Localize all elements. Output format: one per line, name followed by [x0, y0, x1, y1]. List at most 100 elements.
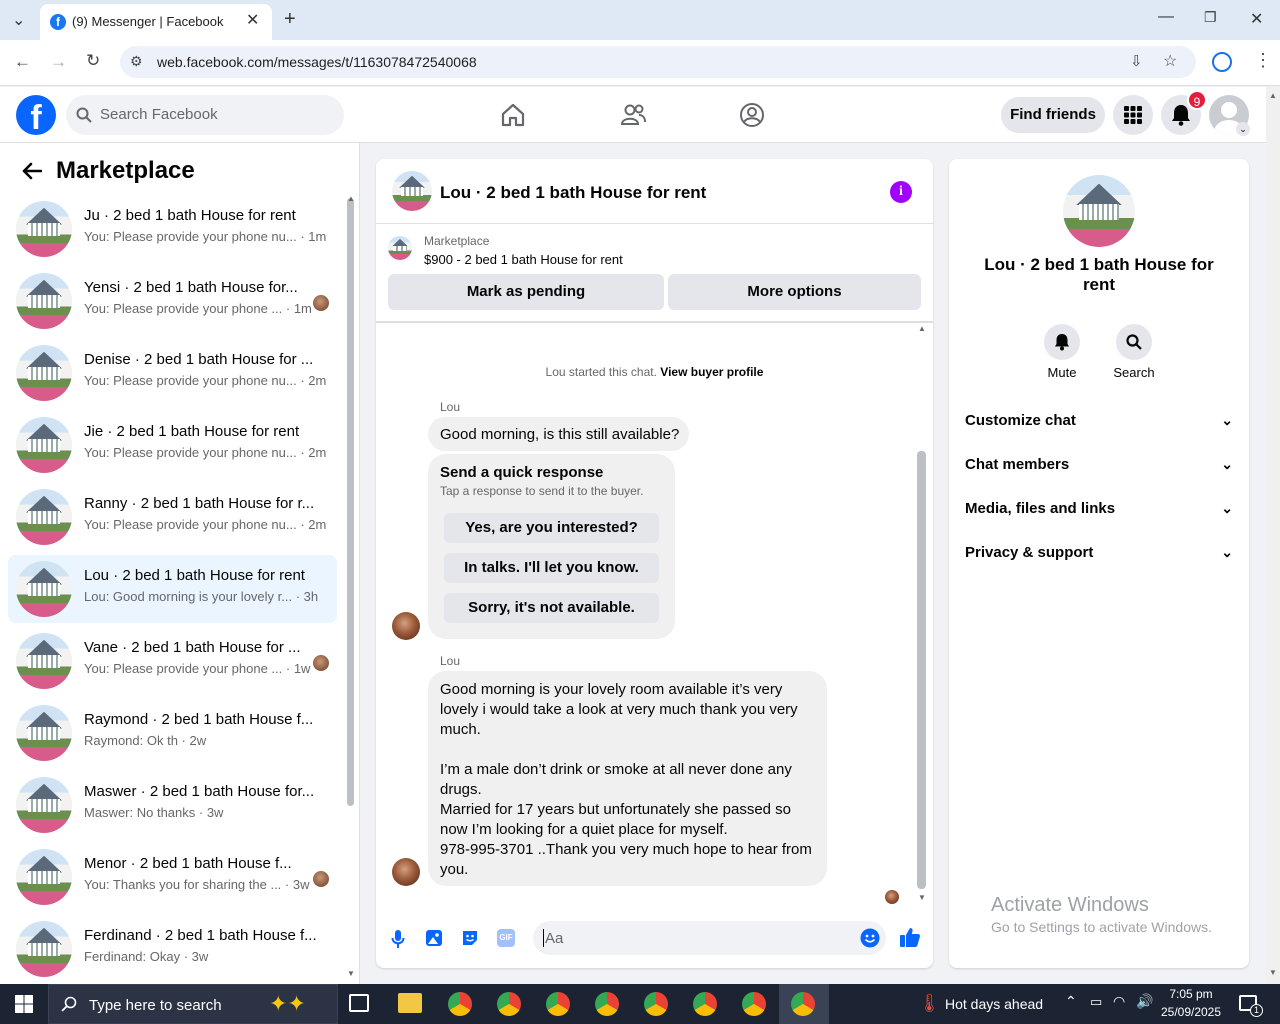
menu-grid-button[interactable]: [1113, 95, 1153, 135]
bookmark-star-icon[interactable]: ☆: [1163, 51, 1177, 71]
facebook-logo-icon[interactable]: f: [16, 95, 56, 137]
conversation-item[interactable]: Maswer · 2 bed 1 bath House for... Maswer…: [8, 771, 337, 839]
omnibox[interactable]: ⚙ web.facebook.com/messages/t/1163078472…: [120, 46, 1196, 78]
message-line: you.: [440, 861, 469, 878]
conversation-item[interactable]: Denise · 2 bed 1 bath House for ... You: …: [8, 339, 337, 407]
conversation-item[interactable]: Ferdinand · 2 bed 1 bath House f... Ferdi…: [8, 915, 337, 983]
find-friends-button[interactable]: Find friends: [1001, 97, 1105, 133]
message-bubble[interactable]: Good morning is your lovely room availab…: [428, 671, 827, 886]
weather-text[interactable]: Hot days ahead: [945, 996, 1043, 1012]
reload-icon[interactable]: ↻: [86, 51, 100, 71]
sender-avatar[interactable]: [392, 858, 420, 886]
new-tab-icon[interactable]: +: [284, 8, 296, 31]
photo-icon[interactable]: [425, 929, 443, 947]
device-icon[interactable]: ▭: [1090, 994, 1102, 1010]
taskbar-search[interactable]: Type here to search ✦✦: [48, 984, 338, 1024]
conversation-preview: Ferdinand: Okay · 3w: [84, 949, 209, 964]
message-bubble[interactable]: Good morning, is this still available?: [428, 417, 689, 451]
conversation-item[interactable]: Ranny · 2 bed 1 bath House for r... You: …: [8, 483, 337, 551]
more-options-button[interactable]: More options: [668, 274, 921, 310]
listing-price[interactable]: $900 - 2 bed 1 bath House for rent: [424, 252, 623, 267]
install-app-icon[interactable]: ⇩: [1130, 52, 1143, 70]
show-hidden-icons-icon[interactable]: ⌃: [1065, 993, 1077, 1010]
close-tab-icon[interactable]: ✕: [246, 10, 259, 30]
forward-icon[interactable]: →: [50, 52, 67, 72]
scroll-up-arrow-icon[interactable]: ▲: [347, 194, 355, 203]
search-icon: [61, 996, 77, 1012]
scroll-down-arrow-icon[interactable]: ▼: [1269, 968, 1277, 977]
wifi-icon[interactable]: ◠: [1113, 993, 1125, 1010]
scroll-up-arrow-icon[interactable]: ▲: [1269, 91, 1277, 100]
clock-date[interactable]: 25/09/2025: [1160, 1005, 1222, 1019]
clock-time[interactable]: 7:05 pm: [1163, 987, 1219, 1001]
conversation-item[interactable]: Menor · 2 bed 1 bath House f... You: Than…: [8, 843, 337, 911]
chrome-app-icon[interactable]: [791, 992, 815, 1016]
back-icon[interactable]: ←: [14, 52, 31, 72]
page-scrollbar[interactable]: ▲ ▼: [1266, 87, 1280, 984]
browser-menu-icon[interactable]: ⋮: [1254, 50, 1272, 71]
chrome-app-icon[interactable]: [742, 992, 766, 1016]
chrome-app-icon[interactable]: [595, 992, 619, 1016]
chat-scrollbar[interactable]: [917, 451, 926, 889]
task-view-icon[interactable]: [349, 994, 369, 1012]
message-input[interactable]: Aa: [533, 921, 886, 955]
info-icon[interactable]: i: [890, 181, 912, 203]
seen-receipt-avatar: [885, 890, 899, 904]
quick-response-button[interactable]: In talks. I'll let you know.: [444, 553, 659, 583]
conversation-item[interactable]: Yensi · 2 bed 1 bath House for... You: Pl…: [8, 267, 337, 335]
customize-chat-section[interactable]: Customize chat ⌄: [965, 412, 1233, 442]
media-files-links-section[interactable]: Media, files and links ⌄: [965, 500, 1233, 530]
friends-icon[interactable]: [619, 101, 647, 129]
conversation-item[interactable]: Ju · 2 bed 1 bath House for rent You: Ple…: [8, 195, 337, 263]
conversation-item[interactable]: Raymond · 2 bed 1 bath House f... Raymond…: [8, 699, 337, 767]
chrome-app-icon[interactable]: [644, 992, 668, 1016]
privacy-support-section[interactable]: Privacy & support ⌄: [965, 544, 1233, 574]
site-info-icon[interactable]: ⚙: [130, 53, 143, 70]
scroll-up-arrow-icon[interactable]: ▲: [918, 324, 926, 333]
conversation-item[interactable]: Jie · 2 bed 1 bath House for rent You: Pl…: [8, 411, 337, 479]
chat-members-section[interactable]: Chat members ⌄: [965, 456, 1233, 486]
volume-icon[interactable]: 🔊: [1136, 993, 1153, 1010]
account-chevron-icon[interactable]: ⌄: [1236, 122, 1250, 136]
view-buyer-profile-link[interactable]: View buyer profile: [660, 365, 763, 379]
like-thumbs-up-icon[interactable]: [899, 926, 921, 948]
url-text[interactable]: web.facebook.com/messages/t/116307847254…: [157, 54, 477, 70]
chat-avatar[interactable]: [392, 171, 432, 211]
facebook-search[interactable]: Search Facebook: [66, 95, 344, 135]
quick-response-button[interactable]: Sorry, it's not available.: [444, 593, 659, 623]
emoji-icon[interactable]: [860, 928, 880, 948]
sender-avatar[interactable]: [392, 612, 420, 640]
quick-response-button[interactable]: Yes, are you interested?: [444, 513, 659, 543]
sticker-icon[interactable]: [461, 929, 479, 947]
minimize-icon[interactable]: —: [1158, 8, 1174, 26]
windows-start-icon[interactable]: [15, 995, 33, 1013]
conversation-title: Vane · 2 bed 1 bath House for ...: [84, 639, 301, 656]
sidebar-scrollbar[interactable]: [347, 198, 354, 806]
chrome-app-icon[interactable]: [693, 992, 717, 1016]
gif-icon[interactable]: GIF: [497, 929, 515, 947]
chat-started-text: Lou started this chat.: [545, 365, 657, 379]
scroll-down-arrow-icon[interactable]: ▼: [918, 893, 926, 902]
quick-response-card: Send a quick response Tap a response to …: [428, 454, 675, 639]
conversation-avatar: [16, 561, 72, 617]
close-window-icon[interactable]: ✕: [1250, 9, 1263, 29]
mute-button[interactable]: [1044, 324, 1080, 360]
chrome-app-icon[interactable]: [546, 992, 570, 1016]
search-conversation-button[interactable]: [1116, 324, 1152, 360]
microphone-icon[interactable]: [391, 929, 405, 949]
profile-icon[interactable]: [1212, 52, 1232, 72]
groups-icon[interactable]: [738, 101, 766, 129]
chrome-app-icon[interactable]: [448, 992, 472, 1016]
mark-as-pending-button[interactable]: Mark as pending: [388, 274, 664, 310]
restore-icon[interactable]: ❐: [1204, 9, 1217, 26]
conversation-item[interactable]: Lou · 2 bed 1 bath House for rent Lou: Go…: [8, 555, 337, 623]
tab-search-icon[interactable]: ⌄: [12, 10, 25, 30]
scroll-down-arrow-icon[interactable]: ▼: [347, 969, 355, 978]
chat-title[interactable]: Lou · 2 bed 1 bath House for rent: [440, 183, 706, 203]
chrome-app-icon[interactable]: [497, 992, 521, 1016]
conversation-item[interactable]: Vane · 2 bed 1 bath House for ... You: Pl…: [8, 627, 337, 695]
back-arrow-icon[interactable]: [22, 162, 42, 180]
home-icon[interactable]: [499, 101, 527, 129]
browser-tab[interactable]: f (9) Messenger | Facebook ✕: [40, 4, 272, 40]
file-explorer-icon[interactable]: [398, 993, 422, 1013]
